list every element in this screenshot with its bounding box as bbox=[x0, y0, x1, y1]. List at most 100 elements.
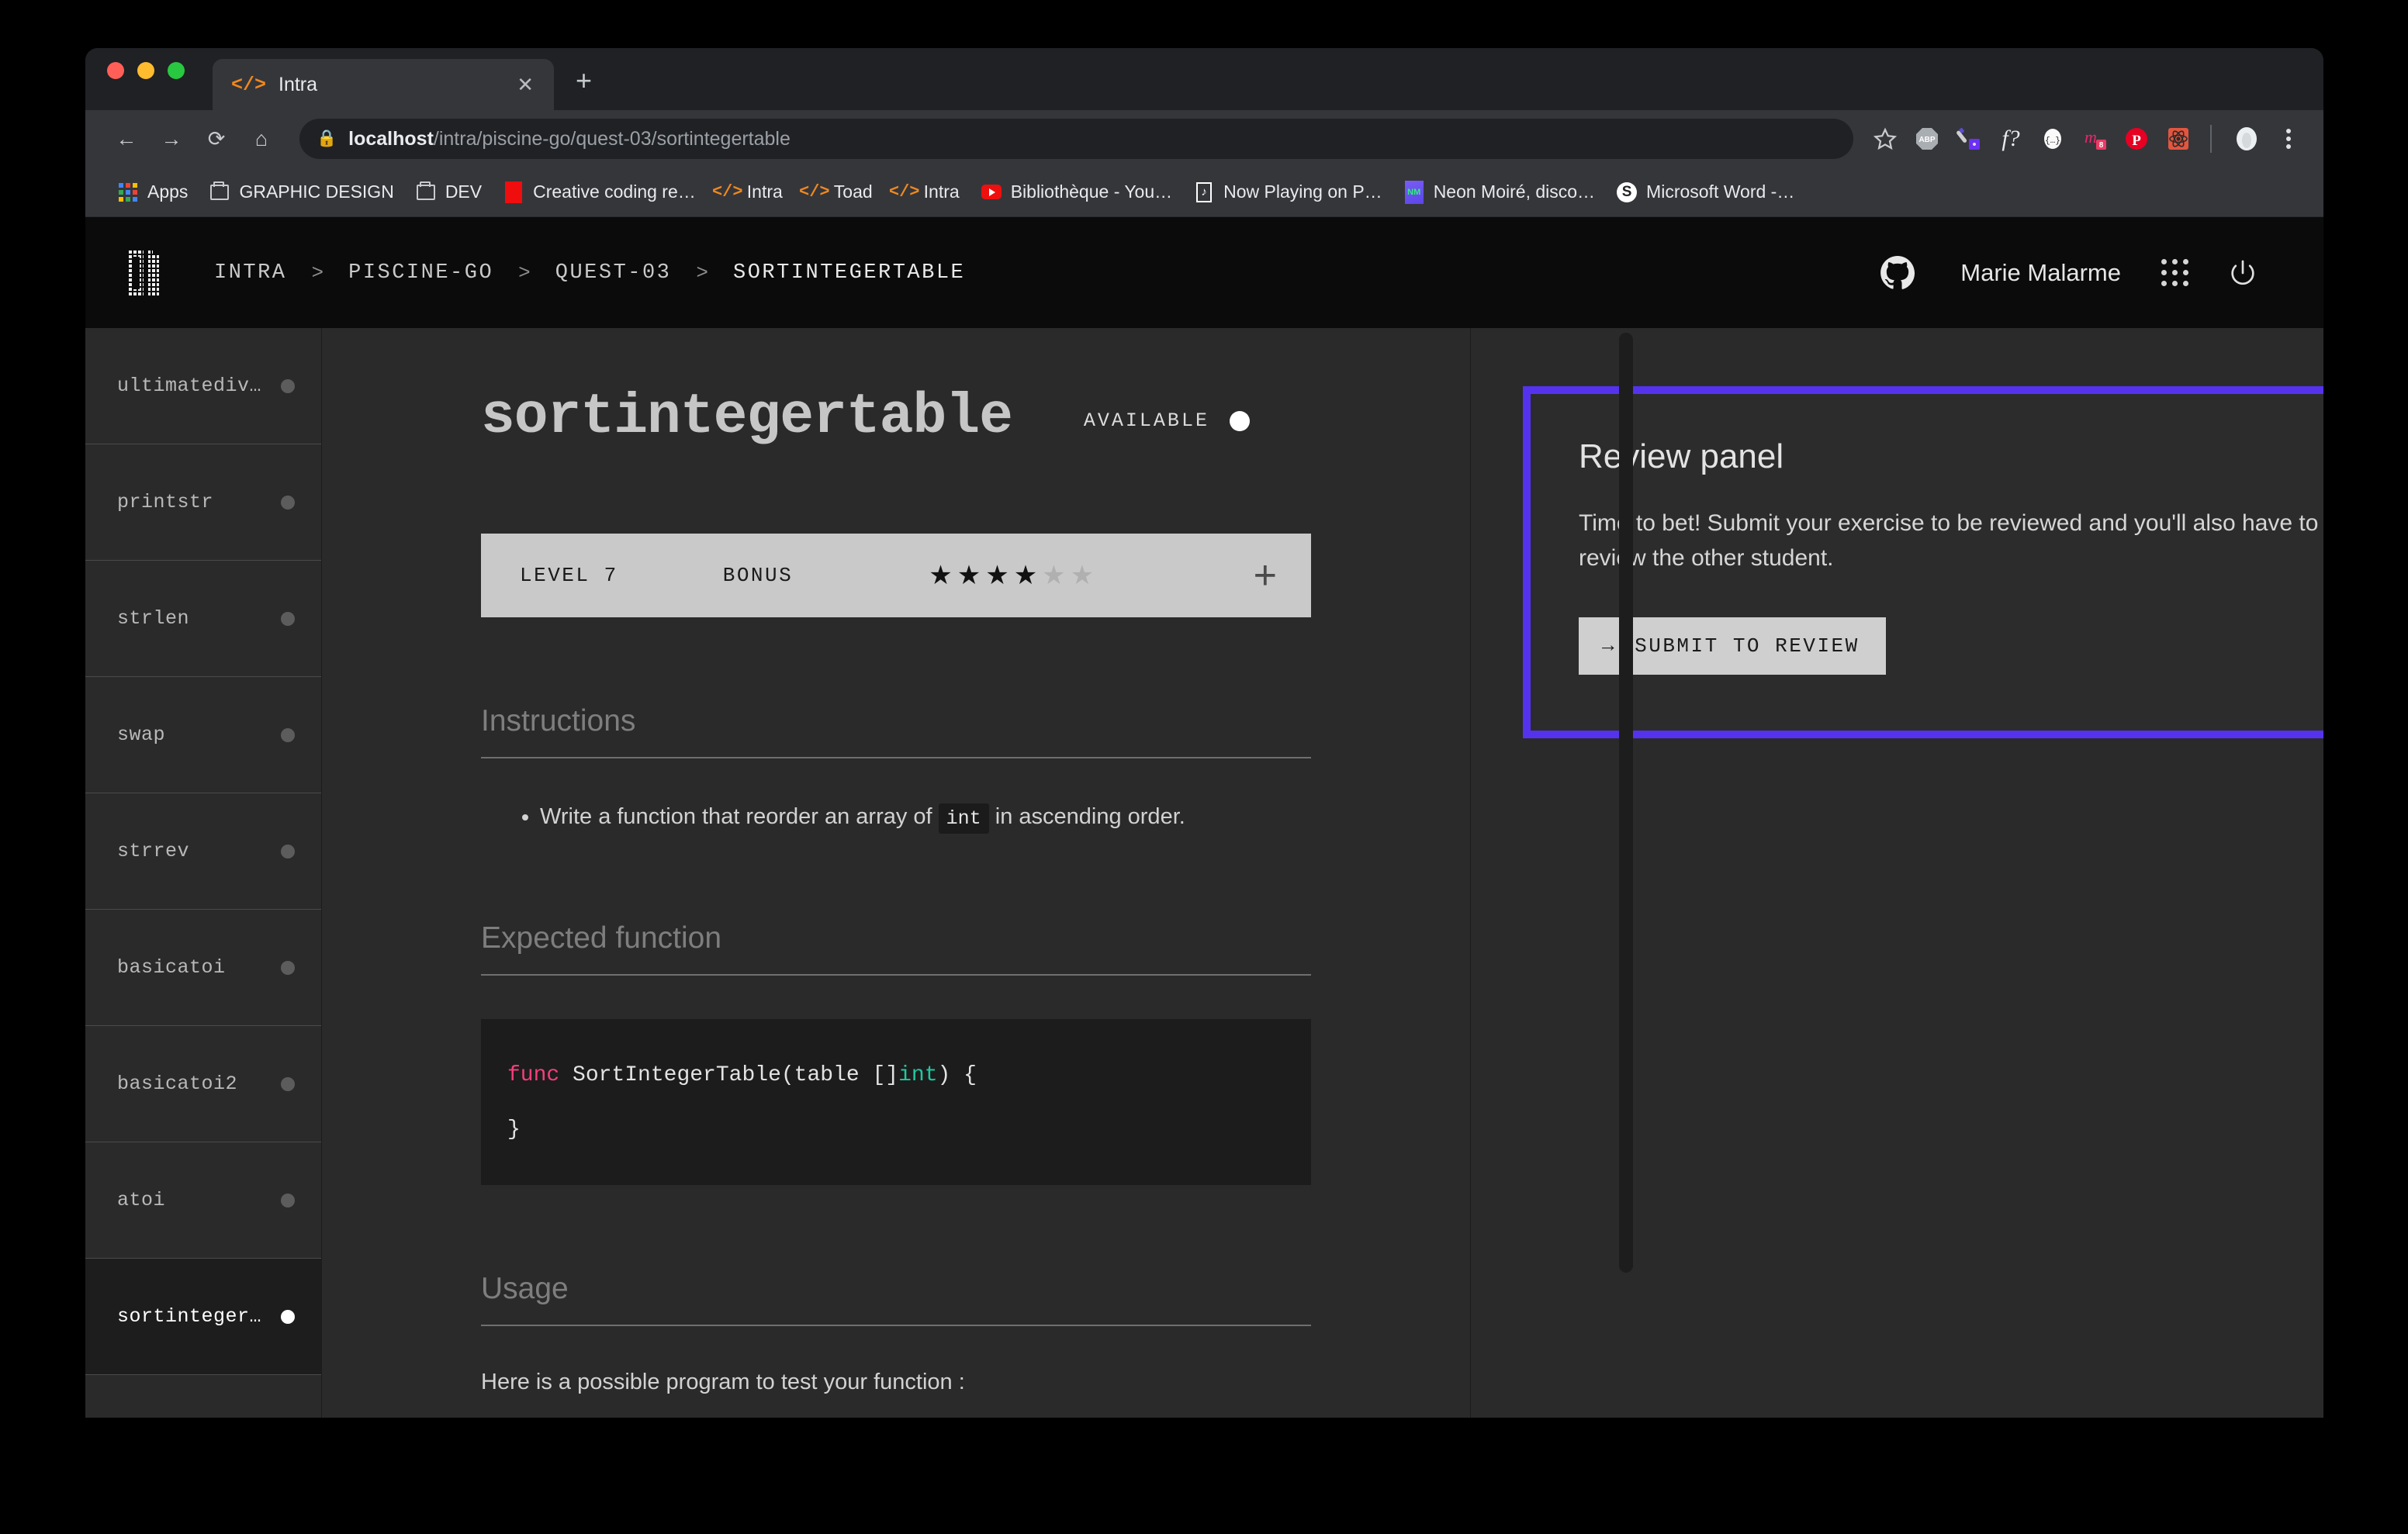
breadcrumb-separator: > bbox=[696, 261, 708, 285]
expand-button[interactable]: + bbox=[1254, 555, 1277, 596]
code-tail: ) { bbox=[937, 1062, 977, 1087]
breadcrumb-item-quest-03[interactable]: QUEST-03 bbox=[555, 261, 672, 285]
code-brackets-icon: </> bbox=[231, 73, 267, 96]
bookmark-microsoft-word[interactable]: S Microsoft Word -… bbox=[1606, 177, 1805, 207]
status-dot-icon bbox=[281, 844, 295, 859]
bookmarks-bar: Apps GRAPHIC DESIGN DEV Creative coding … bbox=[85, 168, 2323, 217]
new-tab-button[interactable]: + bbox=[576, 67, 592, 110]
font-finder-icon[interactable]: f? bbox=[1993, 121, 2029, 157]
bookmark-neon-moire[interactable]: NM Neon Moiré, disco… bbox=[1393, 177, 1606, 207]
level-bar[interactable]: LEVEL 7 BONUS ★ ★ ★ ★ ★ ★ + bbox=[481, 534, 1311, 617]
bookmark-label: Microsoft Word -… bbox=[1646, 181, 1795, 202]
sidebar-item-ultimatediv[interactable]: ultimatediv… bbox=[85, 328, 321, 444]
star-empty-icon: ★ bbox=[1042, 561, 1066, 590]
close-icon[interactable]: ✕ bbox=[512, 74, 538, 95]
close-window-button[interactable] bbox=[107, 62, 124, 79]
bookmark-intra-1[interactable]: </> Intra bbox=[707, 177, 794, 207]
breadcrumb-item-intra[interactable]: INTRA bbox=[214, 261, 287, 285]
status-dot-icon bbox=[281, 1309, 295, 1324]
minimize-window-button[interactable] bbox=[137, 62, 154, 79]
sidebar-item-label: basicatoi2 bbox=[117, 1073, 238, 1095]
bookmark-label: Now Playing on P… bbox=[1223, 181, 1382, 202]
content-scrollbar[interactable] bbox=[1619, 328, 1633, 1418]
adblock-plus-icon[interactable]: ABP bbox=[1909, 121, 1945, 157]
sidebar-item-basicatoi[interactable]: basicatoi bbox=[85, 910, 321, 1026]
profile-avatar-icon[interactable] bbox=[2229, 121, 2264, 157]
url-host: localhost bbox=[348, 127, 434, 150]
submit-to-review-label: SUBMIT TO REVIEW bbox=[1635, 634, 1860, 658]
status-dot-icon bbox=[281, 1193, 295, 1208]
breadcrumb-item-sortintegertable[interactable]: SORTINTEGERTABLE bbox=[733, 261, 965, 285]
bookmark-label: Intra bbox=[746, 181, 783, 202]
reload-icon[interactable]: ⟳ bbox=[195, 118, 237, 160]
bookmark-apps[interactable]: Apps bbox=[107, 177, 199, 207]
home-icon[interactable]: ⌂ bbox=[240, 118, 282, 160]
sidebar-item-swap[interactable]: swap bbox=[85, 677, 321, 793]
bookmark-intra-2[interactable]: </> Intra bbox=[884, 177, 970, 207]
star-icon[interactable] bbox=[1867, 121, 1903, 157]
level-label: LEVEL 7 bbox=[520, 564, 618, 587]
power-icon[interactable] bbox=[2227, 257, 2258, 288]
inline-code: int bbox=[938, 803, 989, 834]
bookmark-toad[interactable]: </> Toad bbox=[794, 177, 884, 207]
exercise-sidebar: ultimatediv… printstr strlen swap strrev bbox=[85, 328, 322, 1418]
page-body: ultimatediv… printstr strlen swap strrev bbox=[85, 328, 2323, 1418]
bookmark-dev[interactable]: DEV bbox=[405, 177, 493, 207]
sidebar-item-basicatoi2[interactable]: basicatoi2 bbox=[85, 1026, 321, 1142]
github-icon[interactable] bbox=[1880, 255, 1915, 291]
breadcrumb-item-piscine-go[interactable]: PISCINE-GO bbox=[348, 261, 493, 285]
status-dot-icon bbox=[1229, 410, 1250, 431]
json-viewer-icon[interactable]: {…} bbox=[2035, 121, 2071, 157]
code-type: int bbox=[898, 1062, 938, 1087]
sidebar-item-strlen[interactable]: strlen bbox=[85, 561, 321, 677]
pixel-01-logo[interactable] bbox=[127, 248, 164, 297]
star-filled-icon: ★ bbox=[929, 561, 953, 590]
sidebar-item-atoi[interactable]: atoi bbox=[85, 1142, 321, 1259]
sidebar-item-sortintegertable[interactable]: sortinteger… bbox=[85, 1259, 321, 1375]
arrow-right-icon[interactable]: → bbox=[150, 118, 192, 160]
neon-moire-icon: NM bbox=[1404, 180, 1424, 204]
user-name[interactable]: Marie Malarme bbox=[1960, 259, 2121, 287]
list-item: Write a function that reorder an array o… bbox=[540, 800, 1470, 834]
pinterest-icon[interactable]: P bbox=[2119, 121, 2154, 157]
sidebar-item-strrev[interactable]: strrev bbox=[85, 793, 321, 910]
eyedropper-icon[interactable] bbox=[1951, 121, 1987, 157]
bookmark-creative-coding[interactable]: Creative coding re… bbox=[493, 177, 707, 207]
svg-text:m: m bbox=[2085, 127, 2097, 147]
scrollbar-thumb[interactable] bbox=[1619, 333, 1633, 1273]
star-empty-icon: ★ bbox=[1070, 561, 1095, 590]
bookmark-label: Neon Moiré, disco… bbox=[1433, 181, 1596, 202]
momentum-icon[interactable]: m8 bbox=[2077, 121, 2112, 157]
react-devtools-icon[interactable] bbox=[2161, 121, 2196, 157]
toolbar-divider bbox=[2210, 125, 2212, 153]
status-dot-icon bbox=[281, 495, 295, 510]
instruction-text-after: in ascending order. bbox=[995, 804, 1185, 829]
grid-dots-icon[interactable] bbox=[2161, 259, 2188, 286]
bookmark-bibliotheque[interactable]: Bibliothèque - You… bbox=[970, 177, 1183, 207]
sidebar-item-printstr[interactable]: printstr bbox=[85, 444, 321, 561]
bookmark-label: Apps bbox=[147, 181, 189, 202]
bookmark-label: Creative coding re… bbox=[533, 181, 696, 202]
code-keyword: func bbox=[507, 1062, 560, 1087]
status-dot-icon bbox=[281, 611, 295, 626]
address-bar[interactable]: 🔒 localhost/intra/piscine-go/quest-03/so… bbox=[299, 119, 1853, 159]
maximize-window-button[interactable] bbox=[168, 62, 185, 79]
sidebar-item-label: sortinteger… bbox=[117, 1305, 262, 1328]
expected-function-code: func SortIntegerTable(table []int) { } bbox=[481, 1018, 1311, 1185]
bookmark-graphic-design[interactable]: GRAPHIC DESIGN bbox=[199, 177, 404, 207]
arrow-left-icon[interactable]: ← bbox=[106, 118, 147, 160]
folder-icon bbox=[209, 181, 230, 202]
svg-text:P: P bbox=[2132, 133, 2141, 149]
status-dot-icon bbox=[281, 727, 295, 742]
three-dot-menu-icon[interactable] bbox=[2271, 121, 2306, 157]
status-dot-icon bbox=[281, 1076, 295, 1091]
browser-tab[interactable]: </> Intra ✕ bbox=[213, 59, 554, 110]
status-label: AVAILABLE bbox=[1083, 409, 1209, 432]
section-divider bbox=[481, 1324, 1311, 1326]
red-square-icon bbox=[503, 181, 524, 203]
usage-heading: Usage bbox=[481, 1271, 569, 1305]
breadcrumb-separator: > bbox=[518, 261, 531, 285]
bookmark-now-playing[interactable]: ♪ Now Playing on P… bbox=[1183, 177, 1393, 207]
arrow-right-icon: → bbox=[1602, 634, 1617, 658]
now-playing-icon: ♪ bbox=[1194, 181, 1214, 202]
